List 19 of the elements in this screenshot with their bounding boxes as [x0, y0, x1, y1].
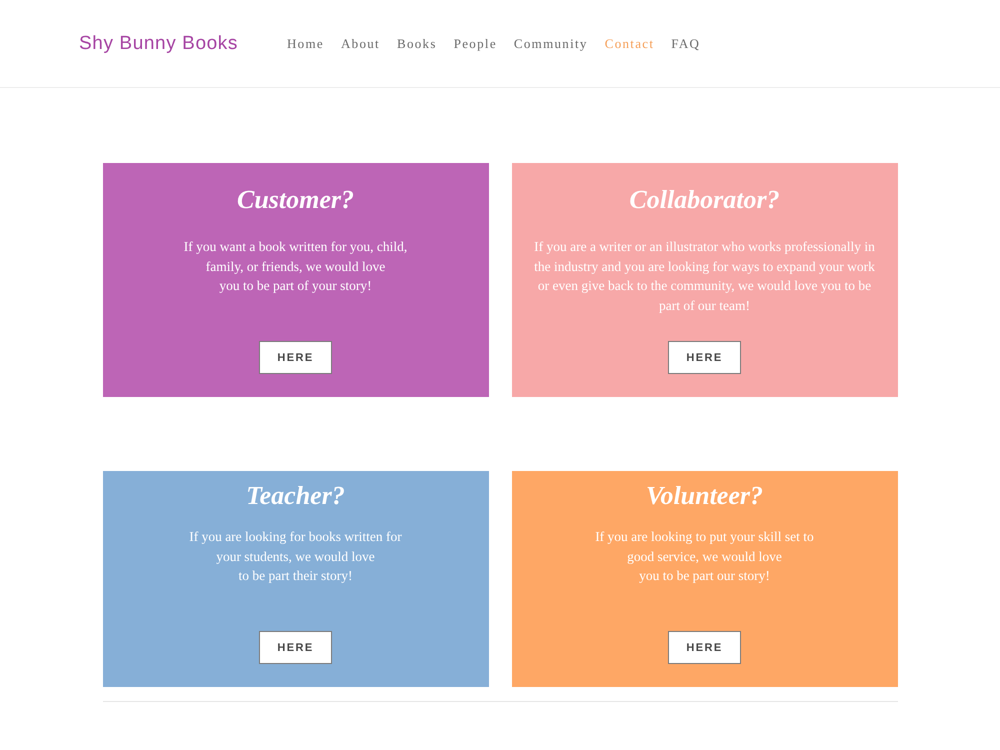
here-button[interactable]: HERE [668, 341, 741, 374]
nav-link[interactable]: Home [286, 36, 324, 52]
card-title: Volunteer? [646, 481, 764, 511]
nav-link[interactable]: About [340, 36, 380, 52]
card-title: Customer? [236, 185, 354, 215]
here-button[interactable]: HERE [259, 631, 332, 664]
card-description: If you are looking to put your skill set to good service, we would love you to be part our story! [595, 528, 814, 585]
nav-link[interactable]: People [454, 36, 497, 52]
here-button[interactable]: HERE [259, 341, 332, 374]
nav-link[interactable]: Community [514, 36, 588, 52]
nav-link[interactable]: FAQ [671, 36, 700, 52]
nav-link[interactable]: Books [396, 36, 437, 52]
card-description: If you want a book written for you, child, family, or friends, we would love you to be part of your story! [184, 238, 408, 295]
site-logo[interactable]: Shy Bunny Books [79, 32, 238, 54]
card-title: Teacher? [246, 481, 345, 511]
here-button[interactable]: HERE [668, 631, 741, 664]
card-title: Collaborator? [629, 185, 780, 215]
card-description: If you are looking for books written for your students, we would love to be part their story! [189, 528, 402, 585]
card-description: If you are a writer or an illustrator who works professionally in the industry and you are looking for ways to expand your work or even give back to the community, we would love you to be part of our team! [534, 238, 875, 315]
